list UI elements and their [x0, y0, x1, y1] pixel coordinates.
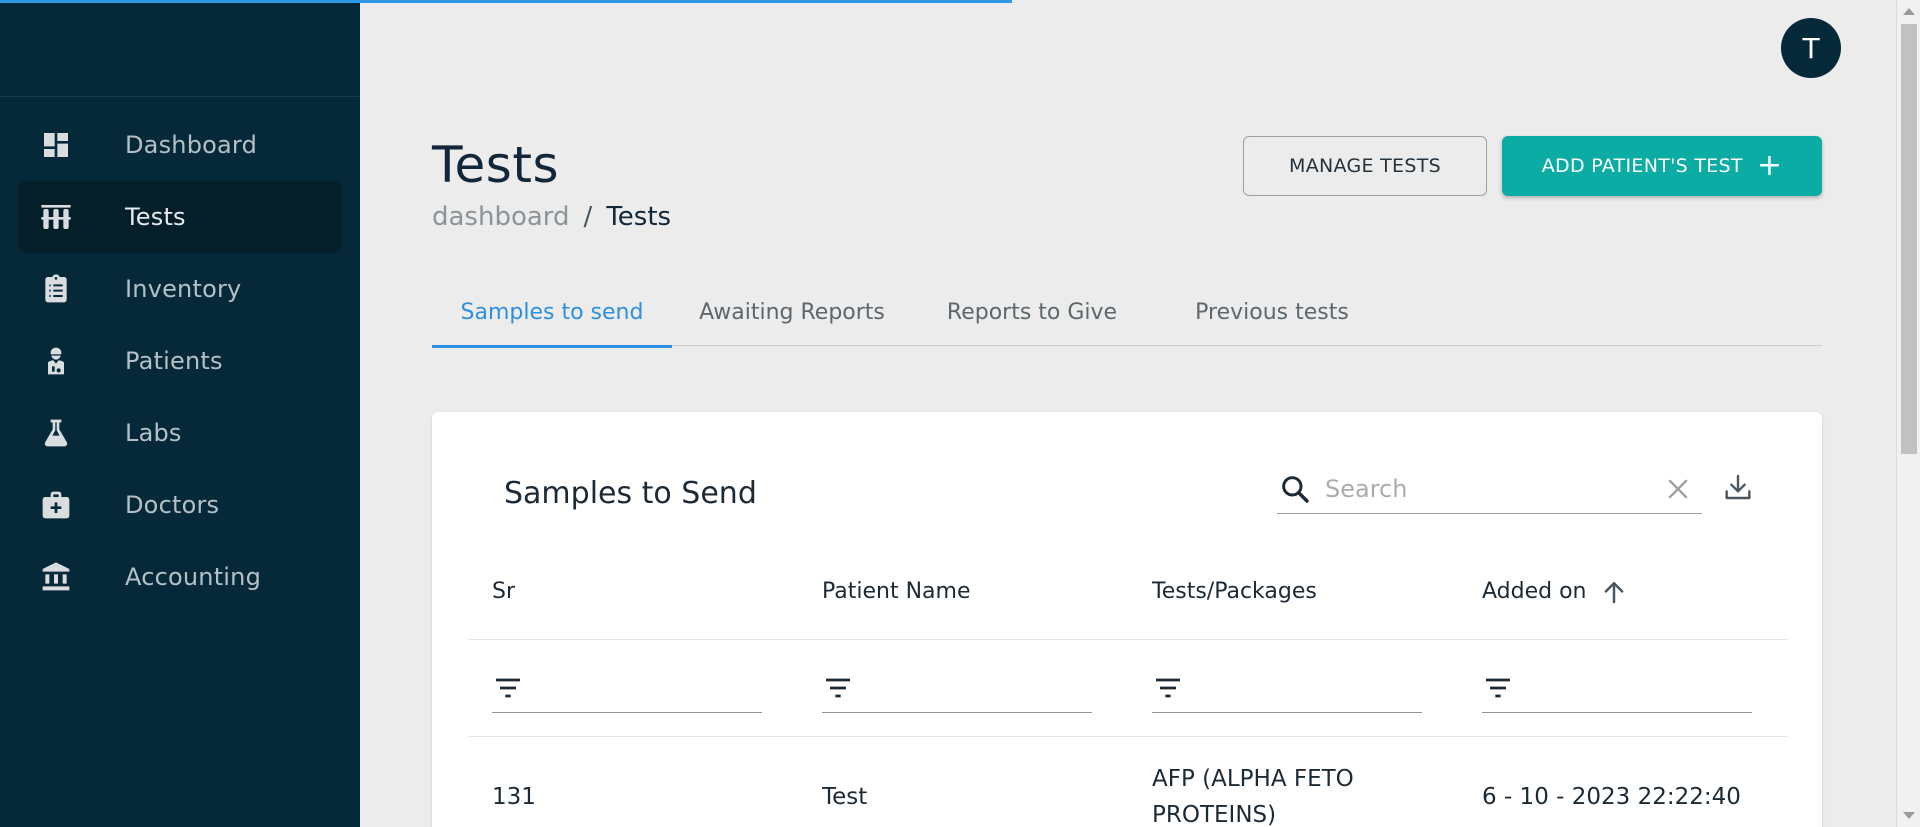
cell-added-on: 6 - 10 - 2023 22:22:40: [1482, 783, 1741, 810]
patient-icon: [39, 344, 73, 378]
table-search: [1277, 464, 1702, 514]
page-title: Tests: [432, 136, 560, 194]
breadcrumb-separator: /: [583, 202, 593, 232]
samples-table-card: Samples to Send Sr Patient Name Tests/Pa…: [432, 412, 1822, 827]
sidebar-item-dashboard[interactable]: Dashboard: [18, 109, 342, 181]
manage-tests-button[interactable]: MANAGE TESTS: [1243, 136, 1487, 196]
loading-progress-fill: [0, 0, 1012, 3]
sidebar-item-inventory[interactable]: Inventory: [18, 253, 342, 325]
filter-field-sr[interactable]: [492, 663, 762, 713]
test-tubes-icon: [39, 200, 73, 234]
filter-cell-sr: [468, 663, 798, 713]
samples-table: Sr Patient Name Tests/Packages Added on: [468, 544, 1788, 827]
scroll-down-arrow-icon[interactable]: [1903, 812, 1915, 819]
filter-icon: [1156, 678, 1180, 697]
filter-cell-added-on: [1458, 663, 1788, 713]
flask-icon: [39, 416, 73, 450]
column-header-added-on[interactable]: Added on: [1458, 577, 1788, 607]
filter-cell-patient-name: [798, 663, 1128, 713]
tab-awaiting-reports[interactable]: Awaiting Reports: [672, 278, 912, 346]
user-avatar[interactable]: T: [1781, 18, 1841, 78]
loading-progress-bar: [0, 0, 1920, 3]
sidebar-item-label: Tests: [125, 203, 186, 231]
filter-input-sr[interactable]: [524, 667, 762, 708]
plus-icon: +: [1756, 148, 1783, 183]
breadcrumb: dashboard / Tests: [432, 202, 671, 232]
table-filter-row: [468, 640, 1788, 737]
sidebar-item-tests[interactable]: Tests: [18, 181, 342, 253]
cell-tests-packages: AFP (ALPHA FETO PROTEINS): [1152, 765, 1354, 827]
breadcrumb-current: Tests: [606, 202, 672, 232]
filter-icon: [496, 678, 520, 697]
column-header-sr[interactable]: Sr: [468, 579, 798, 604]
sidebar-item-labs[interactable]: Labs: [18, 397, 342, 469]
filter-cell-tests-packages: [1128, 663, 1458, 713]
filter-icon: [1486, 678, 1510, 697]
medical-kit-icon: [39, 488, 73, 522]
column-header-label: Tests/Packages: [1152, 579, 1317, 604]
column-header-patient-name[interactable]: Patient Name: [798, 579, 1128, 604]
tests-tabs: Samples to send Awaiting Reports Reports…: [432, 278, 1822, 348]
column-header-tests-packages[interactable]: Tests/Packages: [1128, 579, 1458, 604]
sort-ascending-icon[interactable]: [1599, 577, 1629, 607]
filter-input-patient-name[interactable]: [854, 667, 1092, 708]
clear-search-icon[interactable]: [1664, 475, 1692, 503]
sidebar-item-label: Inventory: [125, 275, 242, 303]
filter-input-tests-packages[interactable]: [1184, 667, 1422, 708]
table-row[interactable]: 131 Test AFP (ALPHA FETO PROTEINS) 6 - 1…: [468, 737, 1788, 827]
download-icon[interactable]: [1722, 472, 1754, 504]
dashboard-icon: [39, 128, 73, 162]
sidebar-item-label: Doctors: [125, 491, 220, 519]
filter-input-added-on[interactable]: [1514, 667, 1752, 708]
sidebar-nav: Dashboard Tests Inventory Patients Labs: [0, 97, 360, 613]
breadcrumb-link-dashboard[interactable]: dashboard: [432, 202, 570, 232]
scrollbar-thumb[interactable]: [1901, 24, 1917, 454]
search-icon: [1282, 475, 1309, 503]
table-header-row: Sr Patient Name Tests/Packages Added on: [468, 544, 1788, 640]
sidebar-item-label: Labs: [125, 419, 182, 447]
add-patient-test-button[interactable]: ADD PATIENT'S TEST +: [1502, 136, 1822, 196]
search-input[interactable]: [1325, 474, 1664, 503]
tab-reports-to-give[interactable]: Reports to Give: [912, 278, 1152, 346]
column-header-label: Patient Name: [822, 579, 971, 604]
sidebar: Dashboard Tests Inventory Patients Labs: [0, 0, 360, 827]
tab-previous-tests[interactable]: Previous tests: [1152, 278, 1392, 346]
scroll-up-arrow-icon[interactable]: [1903, 8, 1915, 15]
sidebar-item-patients[interactable]: Patients: [18, 325, 342, 397]
sidebar-item-doctors[interactable]: Doctors: [18, 469, 342, 541]
column-header-label: Added on: [1482, 579, 1587, 604]
tab-samples-to-send[interactable]: Samples to send: [432, 278, 672, 348]
add-patient-test-label: ADD PATIENT'S TEST: [1541, 155, 1743, 177]
filter-field-tests-packages[interactable]: [1152, 663, 1422, 713]
sidebar-item-accounting[interactable]: Accounting: [18, 541, 342, 613]
bank-icon: [39, 560, 73, 594]
table-title: Samples to Send: [504, 476, 757, 511]
page-scrollbar[interactable]: [1896, 0, 1920, 827]
cell-sr: 131: [492, 783, 536, 810]
filter-icon: [826, 678, 850, 697]
sidebar-item-label: Patients: [125, 347, 223, 375]
filter-field-patient-name[interactable]: [822, 663, 1092, 713]
sidebar-item-label: Accounting: [125, 563, 262, 591]
sidebar-item-label: Dashboard: [125, 131, 258, 159]
cell-patient-name: Test: [822, 783, 868, 810]
sidebar-header: [0, 0, 360, 97]
clipboard-list-icon: [39, 272, 73, 306]
column-header-label: Sr: [492, 579, 516, 604]
filter-field-added-on[interactable]: [1482, 663, 1752, 713]
